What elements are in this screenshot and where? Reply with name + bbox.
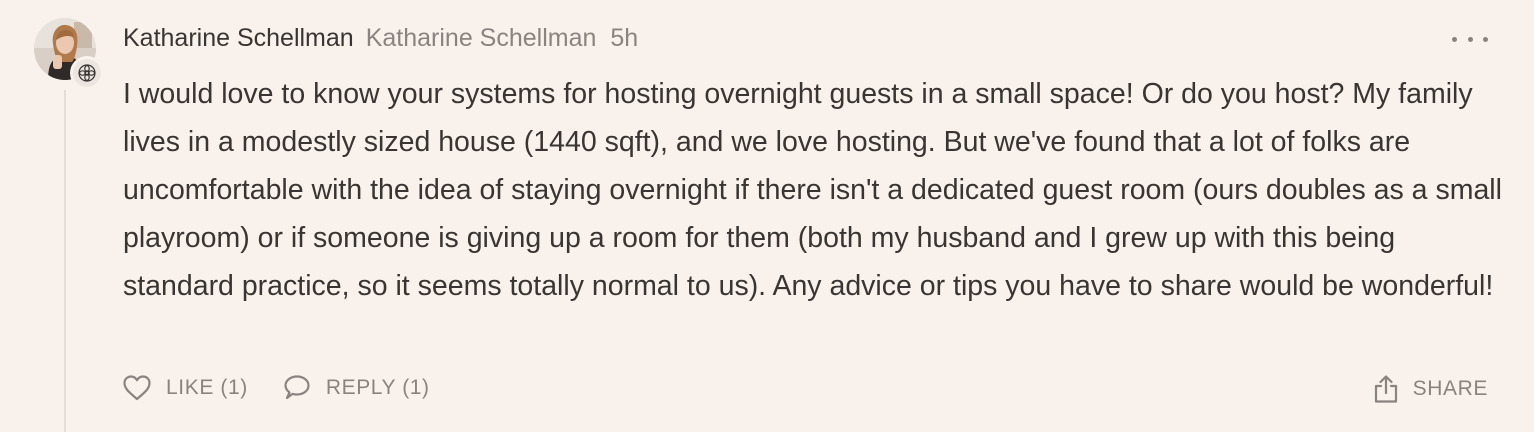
comment: Katharine Schellman Katharine Schellman … [0, 0, 1534, 432]
badge [70, 56, 104, 90]
heart-icon [123, 375, 151, 401]
share-button[interactable]: SHARE [1373, 374, 1488, 404]
like-label: LIKE (1) [166, 376, 248, 399]
thread-line [64, 90, 66, 432]
share-icon [1374, 375, 1397, 403]
more-dot [1483, 36, 1488, 42]
speech-bubble-icon [284, 375, 310, 400]
comment-header: Katharine Schellman Katharine Schellman … [123, 24, 638, 53]
author-name[interactable]: Katharine Schellman [123, 24, 354, 53]
reply-label: REPLY (1) [325, 376, 430, 399]
timestamp[interactable]: 5h [610, 24, 638, 53]
more-dots-icon [1452, 36, 1457, 42]
reply-button[interactable]: REPLY (1) [282, 374, 430, 402]
comment-actions: LIKE (1) REPLY (1) [122, 374, 430, 402]
more-dot [1467, 36, 1473, 42]
share-label: SHARE [1412, 377, 1488, 400]
comment-body: I would love to know your systems for ho… [123, 78, 1502, 302]
avatar-group[interactable] [34, 18, 104, 90]
like-button[interactable]: LIKE (1) [122, 374, 248, 402]
author-handle[interactable]: Katharine Schellman [366, 24, 597, 53]
flower-badge-icon [78, 64, 96, 82]
more-options-button[interactable] [1452, 28, 1488, 50]
